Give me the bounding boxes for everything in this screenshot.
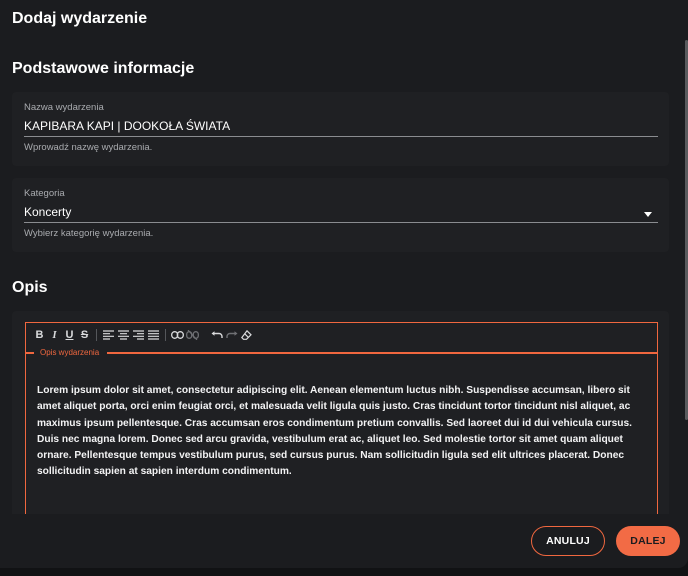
underline-icon[interactable]: U [62,328,77,342]
category-select[interactable]: Kategoria Koncerty Wybierz kategorię wyd… [12,178,669,252]
add-event-dialog: Dodaj wydarzenie Podstawowe informacje N… [0,0,688,568]
dialog-content[interactable]: Podstawowe informacje Nazwa wydarzenia K… [0,40,688,514]
editor-toolbar: B I U S [32,327,254,343]
toolbar-divider [96,329,97,341]
editor-label: Opis wydarzenia [40,348,100,357]
category-underline [24,222,658,223]
strikethrough-icon[interactable]: S [77,328,92,342]
editor-content[interactable]: Lorem ipsum dolor sit amet, consectetur … [37,383,637,481]
category-hint: Wybierz kategorię wydarzenia. [24,228,154,239]
redo-icon[interactable] [224,331,239,339]
event-name-field[interactable]: Nazwa wydarzenia KAPIBARA KAPI | DOOKOŁA… [12,92,669,166]
next-button[interactable]: DALEJ [616,526,680,556]
unlink-icon[interactable] [185,330,200,340]
dialog-title: Dodaj wydarzenie [12,10,148,27]
align-justify-icon[interactable] [146,330,161,340]
event-name-label: Nazwa wydarzenia [24,102,104,113]
section-title-basic: Podstawowe informacje [12,60,195,77]
undo-icon[interactable] [209,331,224,339]
link-icon[interactable] [170,331,185,339]
cancel-button[interactable]: ANULUJ [531,526,605,556]
description-card: B I U S Opis wydarzenia Lorem ipsum dolo… [12,311,669,514]
category-label: Kategoria [24,188,65,199]
category-value[interactable]: Koncerty [24,205,71,219]
event-name-hint: Wprowadź nazwę wydarzenia. [24,142,153,153]
align-right-icon[interactable] [131,330,146,340]
italic-icon[interactable]: I [47,328,62,342]
chevron-down-icon[interactable] [644,212,652,217]
event-name-underline [24,136,658,137]
rich-text-editor[interactable]: B I U S Opis wydarzenia Lorem ipsum dolo… [25,322,658,514]
align-center-icon[interactable] [116,330,131,340]
bold-icon[interactable]: B [32,328,47,342]
event-name-input[interactable]: KAPIBARA KAPI | DOOKOŁA ŚWIATA [24,119,230,133]
section-title-description: Opis [12,279,48,296]
editor-border-line [107,352,658,354]
dialog-footer: ANULUJ DALEJ [0,514,688,568]
editor-border-line [26,352,34,354]
toolbar-divider [165,329,166,341]
align-left-icon[interactable] [101,330,116,340]
eraser-icon[interactable] [239,330,254,340]
